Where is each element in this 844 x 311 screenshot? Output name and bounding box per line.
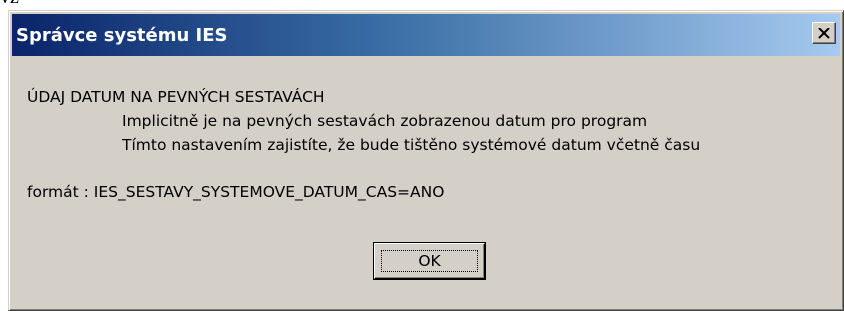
message-line-2: Tímto nastavením zajistíte, že bude tišt…: [122, 136, 701, 154]
dialog-title: Správce systému IES: [16, 24, 228, 46]
ok-button[interactable]: OK: [374, 243, 485, 279]
message-body: ÚDAJ DATUM NA PEVNÝCH SESTAVÁCH Implicit…: [27, 85, 833, 204]
ok-button-label: OK: [418, 252, 441, 270]
close-button[interactable]: [812, 22, 836, 44]
background-text-fragment: vz: [0, 0, 60, 7]
message-dialog: Správce systému IES ÚDAJ DATUM NA PEVNÝC…: [8, 10, 844, 311]
format-text: formát : IES_SESTAVY_SYSTEMOVE_DATUM_CAS…: [27, 183, 445, 201]
message-heading: ÚDAJ DATUM NA PEVNÝCH SESTAVÁCH: [27, 88, 325, 106]
close-icon: [818, 27, 830, 39]
message-line-1: Implicitně je na pevných sestavách zobra…: [122, 112, 648, 130]
title-bar[interactable]: Správce systému IES: [12, 14, 840, 56]
